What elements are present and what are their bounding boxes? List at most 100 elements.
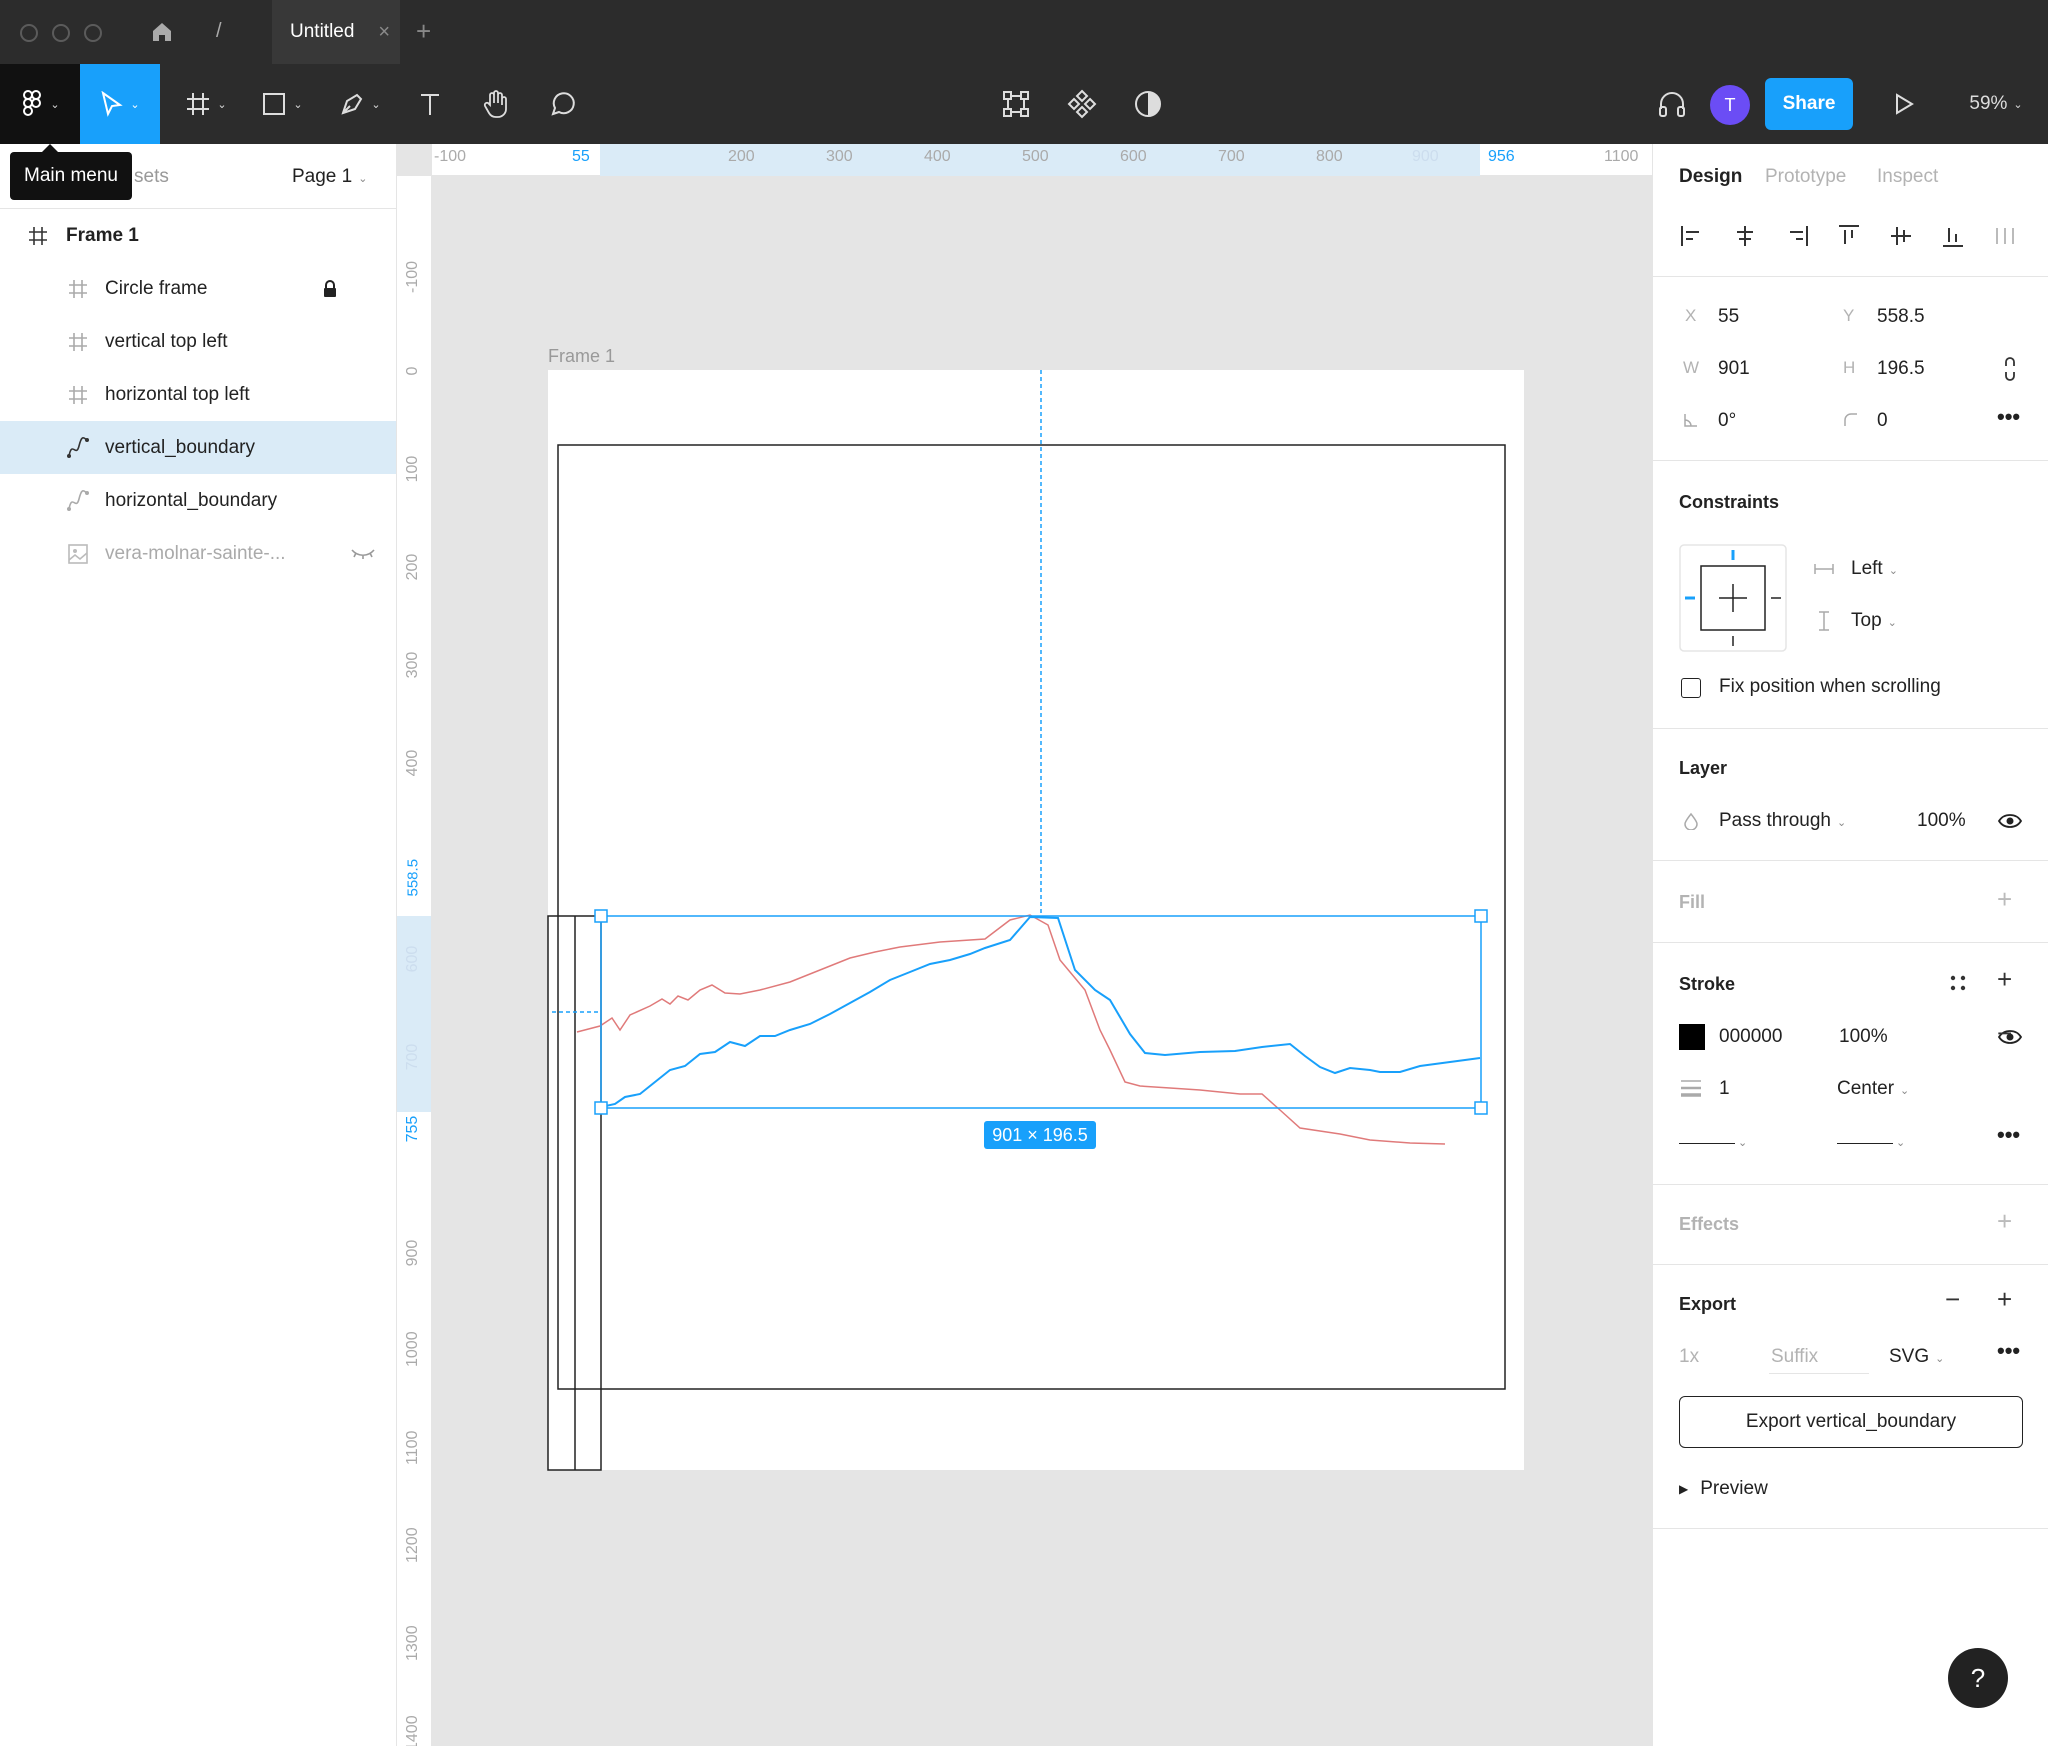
export-scale-input[interactable]: 1x [1679, 1346, 1699, 1368]
layer-name: Frame 1 [66, 224, 139, 246]
constrain-proportions-icon[interactable] [2003, 356, 2017, 382]
vertical-constraint-select[interactable]: Top ⌄ [1851, 610, 1897, 632]
help-button[interactable]: ? [1948, 1648, 2008, 1708]
ruler-tick: 55 [572, 148, 590, 165]
layer-circle-frame[interactable]: Circle frame [0, 262, 396, 315]
stroke-align-select[interactable]: Center ⌄ [1837, 1078, 1909, 1100]
layer-image[interactable]: vera-molnar-sainte-... [0, 527, 396, 580]
add-stroke-button[interactable]: + [1997, 966, 2012, 992]
y-input[interactable]: 558.5 [1877, 306, 1925, 328]
home-icon[interactable] [150, 20, 174, 44]
text-tool-button[interactable] [410, 64, 450, 144]
tab-design[interactable]: Design [1679, 166, 1742, 188]
move-tool-button[interactable]: ⌄ [80, 64, 160, 144]
stroke-start-select[interactable]: ⌄ [1679, 1136, 1751, 1149]
constraints-widget[interactable] [1679, 544, 1787, 652]
export-suffix-input[interactable]: Suffix [1769, 1340, 1869, 1374]
transform-button[interactable] [994, 64, 1038, 144]
blend-mode-icon [1684, 812, 1698, 830]
resize-handle-bottom-right[interactable] [1474, 1101, 1488, 1115]
ruler-tick: 1400 [404, 1715, 421, 1746]
stroke-color-input[interactable]: 000000 [1719, 1026, 1782, 1048]
canvas-artwork[interactable] [540, 360, 1540, 1490]
present-button[interactable] [1882, 64, 1926, 144]
file-tab[interactable]: Untitled × [272, 0, 400, 64]
user-avatar[interactable]: T [1710, 85, 1750, 125]
more-export-options-icon[interactable]: ••• [1997, 1338, 2020, 1364]
export-format-value: SVG [1889, 1346, 1930, 1367]
export-button[interactable]: Export vertical_boundary [1679, 1396, 2023, 1448]
width-input[interactable]: 901 [1718, 358, 1750, 380]
hand-tool-button[interactable] [474, 64, 518, 144]
selection-box[interactable] [600, 915, 1482, 1109]
zoom-window-button[interactable] [84, 24, 102, 42]
share-button[interactable]: Share [1765, 78, 1853, 130]
add-fill-button[interactable]: + [1997, 886, 2012, 912]
minimize-window-button[interactable] [52, 24, 70, 42]
height-input[interactable]: 196.5 [1877, 358, 1925, 380]
layer-opacity-input[interactable]: 100% [1917, 810, 1966, 832]
close-tab-icon[interactable]: × [378, 21, 390, 44]
layer-horizontal-top-left[interactable]: horizontal top left [0, 368, 396, 421]
horizontal-constraint-value: Left [1851, 558, 1883, 579]
layer-horizontal-boundary[interactable]: horizontal_boundary [0, 474, 396, 527]
audio-button[interactable] [1650, 64, 1694, 144]
eye-icon[interactable] [1997, 812, 2023, 830]
layer-vertical-top-left[interactable]: vertical top left [0, 315, 396, 368]
horizontal-constraint-select[interactable]: Left ⌄ [1851, 558, 1898, 580]
resize-handle-top-right[interactable] [1474, 909, 1488, 923]
add-export-button[interactable]: + [1997, 1286, 2012, 1312]
mask-button[interactable] [1126, 64, 1170, 144]
new-tab-button[interactable]: + [416, 16, 431, 47]
rotation-input[interactable]: 0° [1718, 410, 1736, 432]
file-tab-title: Untitled [290, 21, 355, 42]
zoom-dropdown[interactable]: 59% ⌄ [1956, 64, 2036, 144]
more-options-icon[interactable]: ••• [1997, 404, 2020, 430]
x-input[interactable]: 55 [1718, 306, 1739, 328]
layer-vertical-boundary[interactable]: vertical_boundary [0, 421, 396, 474]
export-suffix-placeholder: Suffix [1771, 1346, 1819, 1367]
align-horizontal-center-icon[interactable] [1737, 226, 1753, 246]
fix-position-checkbox[interactable] [1681, 678, 1701, 698]
layer-frame-1[interactable]: Frame 1 [0, 209, 396, 262]
stroke-weight-input[interactable]: 1 [1719, 1078, 1730, 1100]
stroke-align-value: Center [1837, 1078, 1895, 1099]
comment-tool-button[interactable] [540, 64, 584, 144]
tab-prototype[interactable]: Prototype [1765, 166, 1846, 188]
shape-tool-button[interactable]: ⌄ [252, 64, 312, 144]
export-format-select[interactable]: SVG ⌄ [1889, 1346, 1944, 1368]
align-bottom-icon[interactable] [1943, 228, 1963, 247]
page-selector[interactable]: Page 1 ⌄ [292, 166, 367, 188]
pen-tool-button[interactable]: ⌄ [330, 64, 390, 144]
main-menu-button[interactable]: ⌄ [0, 64, 80, 144]
figma-logo-icon [23, 90, 42, 116]
resize-handle-bottom-left[interactable] [594, 1101, 608, 1115]
corner-radius-input[interactable]: 0 [1877, 410, 1888, 432]
remove-stroke-button[interactable]: − [1997, 1020, 2012, 1046]
resize-handle-top-left[interactable] [594, 909, 608, 923]
remove-export-button[interactable]: − [1945, 1286, 1960, 1312]
components-button[interactable] [1060, 64, 1104, 144]
vertical-boundary-path[interactable] [600, 915, 1481, 1108]
blend-mode-select[interactable]: Pass through ⌄ [1719, 810, 1846, 832]
preview-toggle[interactable]: ▶ Preview [1679, 1478, 1768, 1500]
horizontal-boundary-path[interactable] [576, 914, 1446, 1145]
stroke-opacity-input[interactable]: 100% [1839, 1026, 1888, 1048]
style-grid-icon[interactable] [1949, 974, 1967, 992]
align-right-icon[interactable] [1790, 226, 1808, 246]
hidden-eye-icon[interactable] [350, 547, 376, 561]
align-left-icon[interactable] [1681, 226, 1699, 246]
tab-inspect[interactable]: Inspect [1877, 166, 1938, 188]
stroke-end-select[interactable]: ⌄ [1837, 1136, 1909, 1149]
distribute-icon[interactable] [1996, 228, 2014, 244]
lock-icon[interactable] [323, 279, 337, 298]
frame-tool-button[interactable]: ⌄ [176, 64, 236, 144]
stroke-weight-icon [1681, 1080, 1701, 1097]
close-window-button[interactable] [20, 24, 38, 42]
stroke-color-swatch[interactable] [1679, 1024, 1705, 1050]
align-top-icon[interactable] [1839, 225, 1859, 244]
align-vertical-center-icon[interactable] [1891, 227, 1911, 245]
more-stroke-options-icon[interactable]: ••• [1997, 1122, 2020, 1148]
add-effect-button[interactable]: + [1997, 1208, 2012, 1234]
assets-tab[interactable]: sets [134, 166, 169, 188]
